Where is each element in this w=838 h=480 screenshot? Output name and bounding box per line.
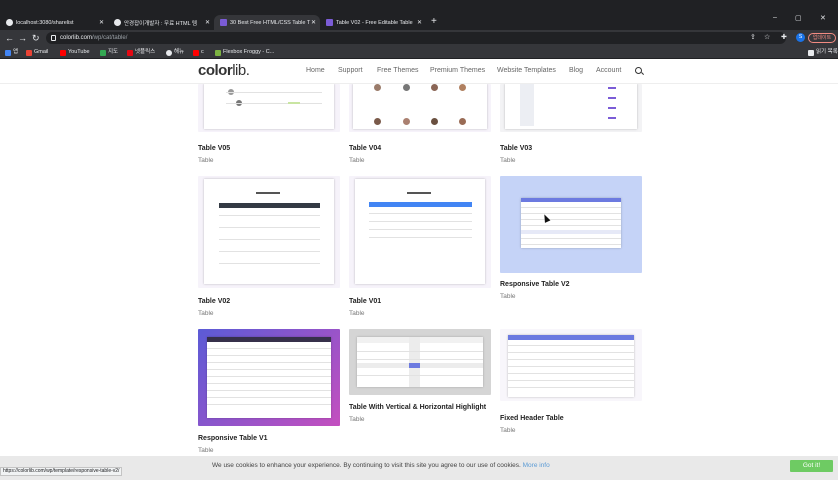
nav-support[interactable]: Support — [338, 67, 363, 74]
card-title[interactable]: Fixed Header Table — [500, 415, 564, 422]
bookmark-apps[interactable]: 앱 — [5, 47, 18, 58]
tab-developer-blog[interactable]: 안경잡이개발자 : 무료 HTML 템 ✕ — [108, 15, 214, 30]
close-tab-icon[interactable]: ✕ — [417, 19, 422, 26]
colorlib-favicon-icon — [220, 19, 227, 26]
template-thumbnail[interactable] — [198, 176, 340, 288]
apps-grid-icon — [5, 49, 11, 56]
nav-website-templates[interactable]: Website Templates — [497, 67, 556, 74]
cookie-message: We use cookies to enhance your experienc… — [212, 462, 550, 469]
bookmark-c[interactable]: c — [193, 47, 204, 58]
reading-list-icon — [808, 49, 814, 56]
new-tab-button[interactable]: + — [431, 15, 437, 29]
card-title[interactable]: Table V05 — [198, 145, 230, 152]
close-tab-icon[interactable]: ✕ — [311, 19, 316, 26]
close-tab-icon[interactable]: ✕ — [99, 19, 104, 26]
card-title[interactable]: Table With Vertical & Horizontal Highlig… — [349, 404, 486, 411]
card-title[interactable]: Table V02 — [198, 298, 230, 305]
lock-icon — [51, 35, 56, 41]
template-thumbnail[interactable] — [198, 329, 340, 426]
template-thumbnail[interactable] — [349, 176, 491, 288]
update-button[interactable]: 업데이트 — [808, 33, 836, 43]
card-category[interactable]: Table — [349, 310, 365, 317]
nav-blog[interactable]: Blog — [569, 67, 583, 74]
youtube-icon — [193, 49, 199, 56]
reading-list[interactable]: 읽기 목록 — [808, 47, 838, 58]
more-info-link[interactable]: More info — [523, 462, 550, 469]
globe-icon — [114, 19, 121, 26]
globe-icon — [166, 49, 172, 56]
card-title[interactable]: Table V04 — [349, 145, 381, 152]
frog-icon — [215, 49, 221, 56]
template-thumbnail[interactable] — [349, 84, 491, 132]
link-status-bar: https://colorlib.com/wp/template/respons… — [0, 467, 123, 476]
site-header — [0, 59, 838, 84]
tab-title: Table V02 - Free Editable Table — [336, 19, 413, 26]
bookmark-youtube[interactable]: YouTube — [60, 47, 90, 58]
tab-title: 안경잡이개발자 : 무료 HTML 템 — [124, 20, 198, 27]
tab-title: 30 Best Free HTML/CSS Table T — [230, 19, 311, 26]
netflix-icon — [127, 49, 133, 56]
address-bar[interactable]: colorlib.com/wp/cat/table/ — [46, 32, 786, 44]
nav-account[interactable]: Account — [596, 67, 621, 74]
bookmark-gmail[interactable]: Gmail — [26, 47, 48, 58]
card-title[interactable]: Responsive Table V2 — [500, 281, 570, 288]
nav-free-themes[interactable]: Free Themes — [377, 67, 419, 74]
close-tab-icon[interactable]: ✕ — [205, 19, 210, 26]
card-title[interactable]: Responsive Table V1 — [198, 435, 268, 442]
card-category[interactable]: Table — [198, 310, 214, 317]
bookmarks-bar — [0, 46, 838, 59]
share-icon[interactable]: ⇪ — [750, 32, 756, 44]
card-title[interactable]: Table V03 — [500, 145, 532, 152]
tab-table-v02[interactable]: Table V02 - Free Editable Table ✕ — [320, 15, 426, 30]
template-thumbnail[interactable] — [500, 84, 642, 132]
minimize-button[interactable]: – — [773, 14, 777, 21]
bookmark-flexbox-froggy[interactable]: Flexbox Froggy - C... — [215, 47, 274, 58]
url-path: /wp/cat/table/ — [92, 35, 128, 41]
colorlib-favicon-icon — [326, 19, 333, 26]
card-title[interactable]: Table V01 — [349, 298, 381, 305]
bookmark-netflix[interactable]: 넷플릭스 — [127, 47, 155, 58]
forward-button[interactable]: → — [18, 31, 27, 45]
card-category[interactable]: Table — [500, 157, 516, 164]
url-host: colorlib.com — [60, 35, 93, 41]
extensions-icon[interactable]: ✚ — [781, 32, 787, 44]
colorlib-logo[interactable]: colorlib. — [198, 62, 250, 79]
card-category[interactable]: Table — [198, 447, 214, 454]
card-category[interactable]: Table — [349, 157, 365, 164]
search-icon[interactable] — [635, 67, 642, 74]
template-thumbnail[interactable] — [198, 84, 340, 132]
close-window-button[interactable]: ✕ — [820, 14, 826, 22]
bookmark-star-icon[interactable]: ☆ — [764, 32, 770, 44]
card-category[interactable]: Table — [349, 416, 365, 423]
card-category[interactable]: Table — [500, 427, 516, 434]
globe-icon — [6, 19, 13, 26]
maximize-button[interactable]: ▢ — [795, 14, 802, 22]
card-category[interactable]: Table — [500, 293, 516, 300]
tab-title: localhost:3080/sharelist — [16, 19, 74, 26]
template-thumbnail[interactable] — [500, 329, 642, 401]
bookmark-haenyu[interactable]: 해뉴 — [166, 47, 184, 58]
template-thumbnail[interactable] — [500, 176, 642, 273]
template-thumbnail[interactable] — [349, 329, 491, 395]
tab-localhost[interactable]: localhost:3080/sharelist ✕ — [0, 15, 108, 30]
nav-premium-themes[interactable]: Premium Themes — [430, 67, 485, 74]
card-category[interactable]: Table — [198, 157, 214, 164]
maps-icon — [100, 49, 106, 56]
bookmark-maps[interactable]: 지도 — [100, 47, 118, 58]
cookie-accept-button[interactable]: Got it! — [790, 460, 833, 472]
nav-home[interactable]: Home — [306, 67, 325, 74]
gmail-icon — [26, 49, 32, 56]
profile-avatar[interactable]: S — [796, 33, 805, 42]
back-button[interactable]: ← — [5, 31, 14, 45]
template-grid: Table V05 Table Table V04 Table Table V0… — [0, 84, 838, 480]
youtube-icon — [60, 49, 66, 56]
reload-button[interactable]: ↻ — [32, 31, 40, 45]
tab-colorlib-active[interactable]: 30 Best Free HTML/CSS Table T ✕ — [214, 15, 320, 30]
